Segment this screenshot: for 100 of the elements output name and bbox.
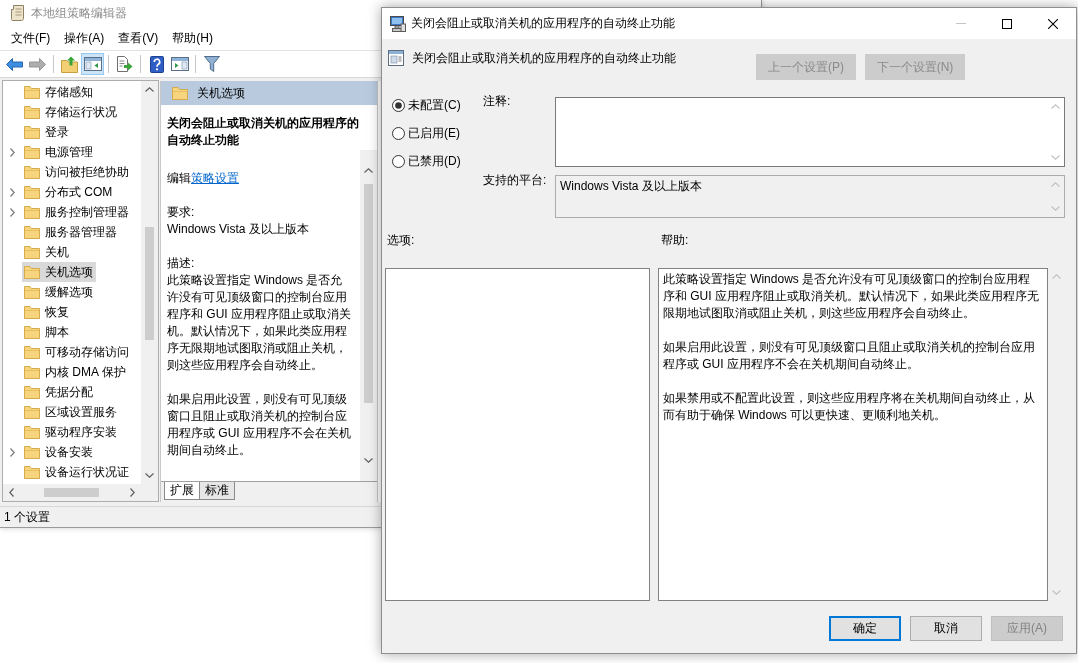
dialog-button[interactable]: 确定	[829, 616, 901, 641]
folder-icon	[24, 145, 40, 159]
document-arrow-icon	[116, 56, 133, 72]
tree-item[interactable]: 关机	[22, 242, 72, 262]
chevron-right-icon[interactable]	[130, 488, 135, 497]
tree-item[interactable]: 设备运行状况证	[22, 462, 132, 482]
filter-icon	[203, 56, 220, 72]
dialog-title: 关闭会阻止或取消关机的应用程序的自动终止功能	[411, 15, 675, 32]
scrollbar-thumb[interactable]	[364, 184, 373, 403]
folder-icon	[24, 285, 40, 299]
scrollbar-thumb[interactable]	[145, 227, 154, 340]
tree-item[interactable]: 可移动存储访问	[22, 342, 132, 362]
window-title: 本地组策略编辑器	[31, 5, 127, 22]
chevron-down-icon[interactable]	[145, 473, 154, 478]
vertical-scrollbar[interactable]	[141, 81, 158, 484]
chevron-down-icon	[1051, 155, 1060, 160]
radio-label[interactable]: 已启用(E)	[408, 124, 460, 142]
tree-item[interactable]: 电源管理	[22, 142, 96, 162]
tree-item[interactable]: 缓解选项	[22, 282, 96, 302]
tree-item[interactable]: 设备安装	[22, 442, 96, 462]
chevron-up-icon	[1051, 182, 1060, 187]
chevron-right-icon[interactable]	[10, 147, 15, 157]
folder-icon	[24, 125, 40, 139]
section-title: 关机选项	[197, 84, 245, 102]
vertical-scrollbar[interactable]	[360, 150, 377, 481]
tree-item[interactable]: 登录	[22, 122, 72, 142]
folder-icon	[24, 325, 40, 339]
platform-label: 支持的平台:	[483, 172, 548, 189]
tree-toggle-button[interactable]	[81, 53, 104, 75]
folder-icon	[24, 165, 40, 179]
tree-item[interactable]: 分布式 COM	[22, 182, 116, 202]
folder-icon	[24, 305, 40, 319]
requirements-label: 要求:	[167, 204, 196, 221]
view-tab[interactable]: 标准	[199, 482, 235, 500]
chevron-up-icon[interactable]	[145, 87, 154, 92]
window-left-pane-icon	[83, 57, 102, 71]
back-arrow-icon	[6, 57, 23, 71]
chevron-right-icon[interactable]	[10, 447, 15, 457]
menu-item[interactable]: 查看(V)	[111, 28, 166, 48]
tree-item[interactable]: 关机选项	[22, 262, 96, 282]
tree-item[interactable]: 凭据分配	[22, 382, 96, 402]
tree-item[interactable]: 存储感知	[22, 82, 96, 102]
dialog-button[interactable]: 取消	[910, 616, 982, 641]
scrollbar-thumb[interactable]	[44, 488, 99, 497]
tree-item[interactable]: 恢复	[22, 302, 72, 322]
chevron-down-icon[interactable]	[364, 458, 373, 463]
menu-item[interactable]: 帮助(H)	[165, 28, 220, 48]
folder-icon	[24, 205, 40, 219]
status-text: 1 个设置	[4, 508, 50, 526]
help-label: 帮助:	[661, 232, 689, 249]
scroll-document-icon	[11, 5, 25, 21]
view-tab[interactable]: 扩展	[164, 482, 200, 500]
chevron-left-icon[interactable]	[9, 488, 14, 497]
description-paragraph: 如果启用此设置，则没有可见顶级窗口且阻止或取消关机的控制台应用程序或 GUI 应用程序不会在关机期间自动终止。	[167, 391, 351, 459]
chevron-right-icon[interactable]	[10, 207, 15, 217]
folder-icon	[24, 245, 40, 259]
chevron-up-icon[interactable]	[364, 168, 373, 173]
policy-window-icon	[388, 50, 404, 66]
minimize-icon	[956, 23, 966, 24]
close-icon	[1048, 18, 1058, 29]
edit-policy-text: 编辑策略设置	[167, 170, 240, 187]
menu-item[interactable]: 文件(F)	[4, 28, 58, 48]
folder-icon	[24, 425, 40, 439]
tree-item[interactable]: 存储运行状况	[22, 102, 120, 122]
chevron-right-icon[interactable]	[10, 187, 15, 197]
folder-icon	[24, 445, 40, 459]
comment-field[interactable]	[555, 97, 1065, 167]
folder-icon	[24, 105, 40, 119]
requirements-text: Windows Vista 及以上版本	[167, 221, 310, 238]
folder-icon	[24, 345, 40, 359]
chevron-down-icon	[1052, 590, 1062, 595]
radio-button[interactable]	[392, 126, 405, 140]
tree-item[interactable]: 访问被拒绝协助	[22, 162, 132, 182]
folder-icon	[172, 86, 188, 100]
tree-item[interactable]: 内核 DMA 保护	[22, 362, 129, 382]
tree-item[interactable]: 服务器管理器	[22, 222, 120, 242]
folder-up-arrow-icon	[61, 55, 78, 73]
chevron-up-icon	[1052, 274, 1062, 279]
options-label: 选项:	[386, 232, 416, 249]
help-paragraph: 如果禁用或不配置此设置，则这些应用程序将在关机期间自动终止，从而有助于确保 Windows 可以更快速、更顺利地关机。	[662, 390, 1036, 424]
radio-button[interactable]	[392, 154, 405, 168]
help-paragraph: 如果启用此设置，则没有可见顶级窗口且阻止或取消关机的控制台应用程序或 GUI 应用程序不会在关机期间自动终止。	[662, 339, 1036, 373]
horizontal-scrollbar[interactable]	[3, 484, 141, 501]
chevron-down-icon	[1051, 206, 1060, 211]
radio-button[interactable]	[392, 98, 405, 112]
folder-icon	[24, 405, 40, 419]
description-paragraph: 此策略设置指定 Windows 是否允许没有可见顶级窗口的控制台应用程序和 GUI 应用程序阻止或取消关机。默认情况下，如果此类应用程序无限期地试图取消或阻止关机，则这些应用程序会自动终止。	[167, 272, 351, 374]
computer-icon	[390, 15, 406, 32]
folder-icon	[24, 185, 40, 199]
folder-icon	[24, 225, 40, 239]
radio-label[interactable]: 未配置(C)	[408, 96, 461, 114]
tree-item[interactable]: 服务控制管理器	[22, 202, 132, 222]
tree-item[interactable]: 区域设置服务	[22, 402, 120, 422]
tree-item[interactable]: 驱动程序安装	[22, 422, 120, 442]
menu-item[interactable]: 操作(A)	[57, 28, 112, 48]
folder-icon	[24, 385, 40, 399]
radio-label[interactable]: 已禁用(D)	[408, 152, 461, 170]
help-paragraph: 此策略设置指定 Windows 是否允许没有可见顶级窗口的控制台应用程序和 GUI 应用程序阻止或取消关机。默认情况下，如果此类应用程序无限期地试图取消或阻止关机，则这些应用程序会自动终止。	[662, 271, 1040, 322]
policy-settings-link[interactable]: 策略设置	[191, 171, 239, 185]
tree-item[interactable]: 脚本	[22, 322, 72, 342]
